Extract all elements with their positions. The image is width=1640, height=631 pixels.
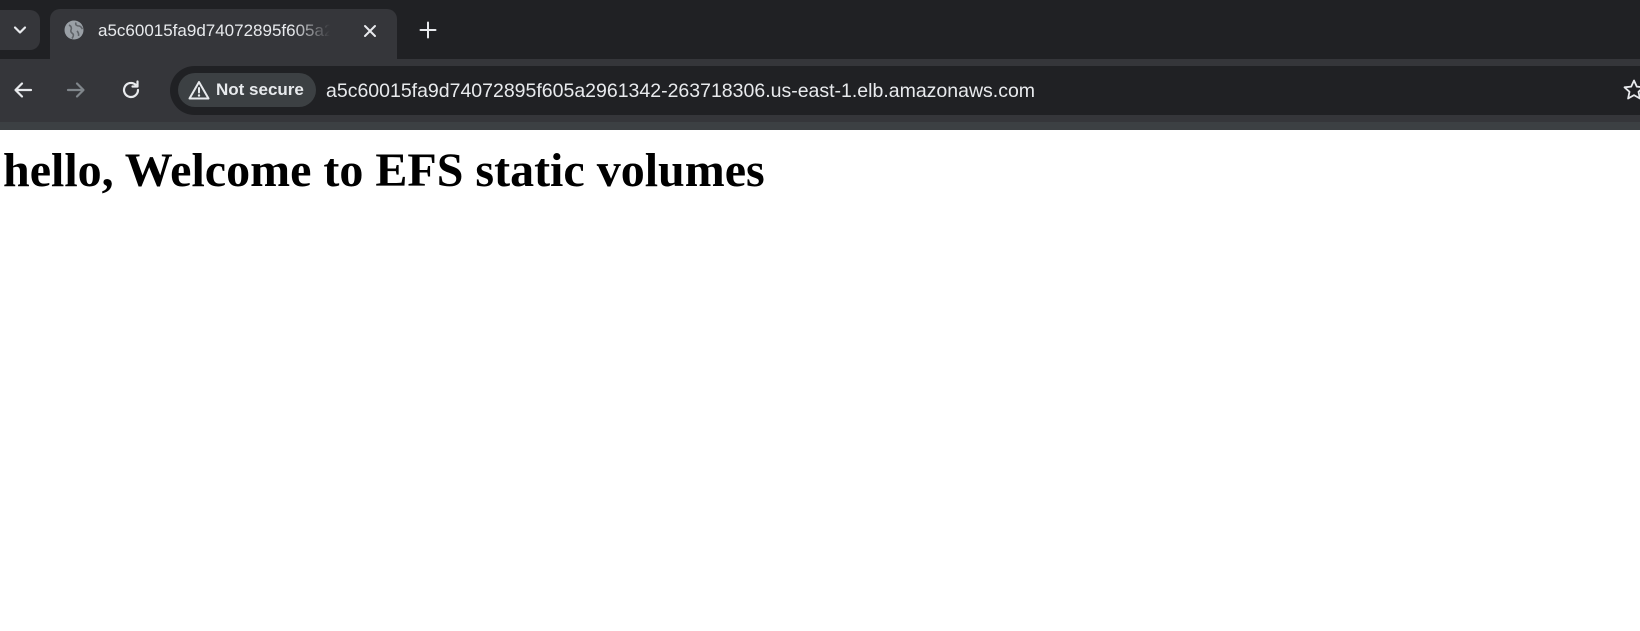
close-icon	[364, 25, 376, 37]
toolbar-divider	[0, 122, 1640, 130]
warning-triangle-icon	[188, 81, 210, 100]
tab-title: a5c60015fa9d74072895f605a2961342-2637183…	[98, 21, 330, 40]
plus-icon	[419, 21, 437, 39]
globe-icon	[64, 20, 84, 40]
new-tab-button[interactable]	[413, 15, 443, 45]
reload-icon	[122, 80, 140, 99]
tab-strip: a5c60015fa9d74072895f605a2961342-2637183…	[0, 0, 1640, 59]
browser-toolbar: Not secure a5c60015fa9d74072895f605a2961…	[0, 59, 1640, 122]
chevron-down-icon	[13, 26, 27, 34]
arrow-right-icon	[66, 82, 85, 98]
url-text[interactable]: a5c60015fa9d74072895f605a2961342-2637183…	[326, 79, 1035, 103]
security-indicator[interactable]: Not secure	[178, 73, 316, 107]
tab-search-button[interactable]	[0, 10, 40, 50]
reload-button[interactable]	[114, 73, 148, 107]
arrow-left-icon	[14, 82, 33, 98]
forward-button[interactable]	[59, 73, 93, 107]
page-heading: hello, Welcome to EFS static volumes	[3, 144, 765, 197]
star-icon[interactable]	[1622, 78, 1640, 102]
tab-active[interactable]: a5c60015fa9d74072895f605a2961342-2637183…	[50, 9, 397, 59]
back-button[interactable]	[6, 73, 40, 107]
address-bar[interactable]: Not secure a5c60015fa9d74072895f605a2961…	[170, 66, 1640, 115]
security-label: Not secure	[216, 80, 304, 99]
close-tab-button[interactable]	[358, 19, 382, 43]
